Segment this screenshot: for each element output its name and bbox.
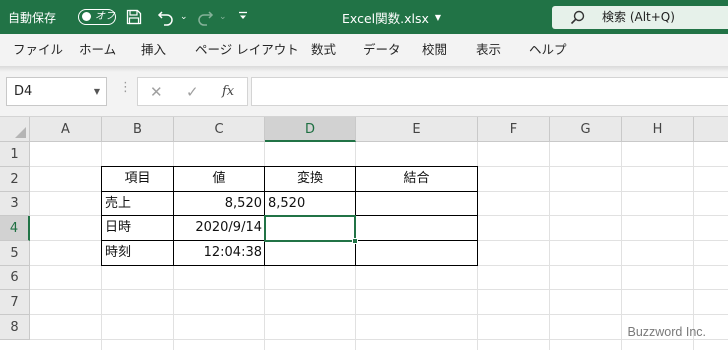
select-all-icon[interactable] <box>0 117 30 142</box>
gridline <box>30 289 728 290</box>
tab-review[interactable]: 校閲 <box>422 34 447 66</box>
formula-bar-grip-icon[interactable]: ⋮ <box>119 81 132 95</box>
fill-handle[interactable] <box>352 238 358 244</box>
column-header-e[interactable]: E <box>356 117 478 142</box>
column-header-b[interactable]: B <box>102 117 174 142</box>
title-bar: 自動保存 オフ ⌄ ⌄ Excel関数.xlsx ▼ 検索 (Alt+Q) <box>0 0 728 34</box>
column-header-h[interactable]: H <box>622 117 694 142</box>
toggle-knob <box>82 12 91 21</box>
gridline <box>693 142 694 350</box>
active-cell-cursor[interactable] <box>264 215 358 244</box>
row-header-8[interactable]: 8 <box>0 315 30 340</box>
autosave-state: オフ <box>95 11 115 22</box>
column-header-d[interactable]: D <box>265 117 356 142</box>
tab-data[interactable]: データ <box>363 34 401 66</box>
row-header-5[interactable]: 5 <box>0 241 30 266</box>
name-box-value: D4 <box>14 84 33 99</box>
file-title[interactable]: Excel関数.xlsx ▼ <box>342 0 441 34</box>
spreadsheet-grid[interactable]: A B C D E F G H 1 2 3 4 5 6 7 8 項目 値 変換 … <box>0 116 728 350</box>
formula-bar: D4 ▼ ⋮ ✕ ✓ fx <box>0 72 728 116</box>
chevron-down-icon: ▼ <box>434 12 442 22</box>
table-border <box>101 265 478 266</box>
function-icon[interactable]: fx <box>222 78 234 106</box>
table-header-cell[interactable]: 結合 <box>356 167 477 191</box>
formula-input[interactable] <box>251 77 728 106</box>
row-header-3[interactable]: 3 <box>0 192 30 216</box>
table-cell[interactable]: 8,520 <box>265 192 355 215</box>
enter-icon[interactable]: ✓ <box>186 78 199 106</box>
row-header-7[interactable]: 7 <box>0 290 30 315</box>
tab-formulas[interactable]: 数式 <box>311 34 336 66</box>
table-header-cell[interactable]: 値 <box>174 167 264 191</box>
table-border <box>477 166 478 266</box>
undo-icon[interactable] <box>157 8 175 26</box>
table-cell[interactable]: 日時 <box>102 216 173 240</box>
table-header-cell[interactable]: 項目 <box>102 167 173 191</box>
formula-buttons: ✕ ✓ fx <box>137 77 248 106</box>
search-placeholder: 検索 (Alt+Q) <box>602 10 675 24</box>
table-cell[interactable]: 売上 <box>102 192 173 215</box>
tab-home[interactable]: ホーム <box>79 34 116 66</box>
file-name: Excel関数.xlsx <box>342 10 429 26</box>
search-icon <box>570 10 585 28</box>
tab-view[interactable]: 表示 <box>476 34 501 66</box>
gridline <box>30 339 728 340</box>
table-cell[interactable]: 時刻 <box>102 241 173 265</box>
column-header-i[interactable] <box>694 117 728 142</box>
row-header-1[interactable]: 1 <box>0 142 30 167</box>
column-header-g[interactable]: G <box>550 117 622 142</box>
name-box[interactable]: D4 ▼ <box>6 77 107 106</box>
column-header-f[interactable]: F <box>478 117 550 142</box>
cancel-icon[interactable]: ✕ <box>150 78 163 106</box>
table-cell[interactable]: 2020/9/14 <box>174 216 264 240</box>
gridline <box>621 142 622 350</box>
redo-dropdown-icon[interactable]: ⌄ <box>219 12 227 22</box>
row-header-4[interactable]: 4 <box>0 216 30 241</box>
watermark: Buzzword Inc. <box>627 325 706 339</box>
column-header-c[interactable]: C <box>174 117 265 142</box>
redo-icon[interactable] <box>196 8 214 26</box>
search-box[interactable]: 検索 (Alt+Q) <box>552 6 728 29</box>
table-header-cell[interactable]: 変換 <box>265 167 355 191</box>
column-header-a[interactable]: A <box>30 117 102 142</box>
tab-file[interactable]: ファイル <box>13 34 63 66</box>
autosave-toggle[interactable]: オフ <box>78 9 116 25</box>
table-cell[interactable]: 8,520 <box>174 192 264 215</box>
gridline <box>549 142 550 350</box>
autosave-label: 自動保存 <box>8 10 57 25</box>
row-header-2[interactable]: 2 <box>0 167 30 192</box>
chevron-down-icon[interactable]: ▼ <box>94 87 100 96</box>
customize-toolbar-icon[interactable] <box>238 11 248 21</box>
table-cell[interactable]: 12:04:38 <box>174 241 264 265</box>
tab-page-layout[interactable]: ページ レイアウト <box>195 34 299 66</box>
undo-dropdown-icon[interactable]: ⌄ <box>180 12 188 22</box>
save-icon[interactable] <box>126 9 142 25</box>
ribbon-tabs: ファイル ホーム 挿入 ページ レイアウト 数式 データ 校閲 表示 ヘルプ <box>0 34 728 66</box>
row-header-6[interactable]: 6 <box>0 266 30 290</box>
tab-help[interactable]: ヘルプ <box>529 34 567 66</box>
gridline <box>30 314 728 315</box>
tab-insert[interactable]: 挿入 <box>141 34 166 66</box>
